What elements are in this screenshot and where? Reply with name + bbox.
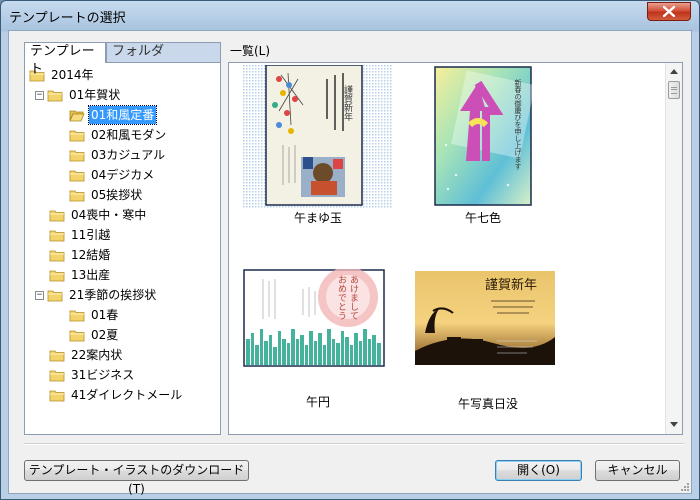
- open-button[interactable]: 開く(O): [495, 460, 582, 481]
- open-folder-icon: [69, 109, 85, 122]
- template-list[interactable]: 謹賀新年 午まゆ玉 新春の御慶びを申し上げます 午七色 あけまして おめでとう …: [228, 62, 683, 435]
- tree-item[interactable]: 31ビジネス: [49, 366, 136, 384]
- tree-item[interactable]: − 01年賀状: [35, 86, 122, 104]
- tree-item-label: 02和風モダン: [91, 128, 167, 142]
- thumb-text: あけまして: [348, 275, 359, 320]
- folder-icon: [49, 229, 65, 242]
- tree-item-label: 05挨拶状: [91, 188, 143, 202]
- folder-icon: [69, 309, 85, 322]
- template-caption: 午まゆ玉: [293, 211, 342, 225]
- folder-icon: [49, 249, 65, 262]
- tree-item-label: 04喪中・寒中: [71, 208, 147, 222]
- folder-icon: [69, 149, 85, 162]
- separator: [24, 443, 684, 445]
- tabstrip: テンプレート フォルダ: [24, 42, 221, 77]
- title-bar[interactable]: テンプレートの選択: [1, 1, 699, 31]
- thumb-text: 謹賀新年: [485, 277, 537, 293]
- scroll-up-button[interactable]: [666, 63, 682, 80]
- scroll-down-button[interactable]: [666, 416, 682, 433]
- folder-icon: [49, 369, 65, 382]
- tree-item[interactable]: 11引越: [49, 226, 112, 244]
- tree-item[interactable]: 01和風定番: [69, 105, 158, 125]
- tree-item[interactable]: 02夏: [69, 326, 120, 344]
- scroll-up-icon: [670, 69, 678, 74]
- tree-item[interactable]: 41ダイレクトメール: [49, 386, 184, 404]
- close-icon: [663, 6, 675, 17]
- dialog-window: テンプレートの選択 テンプレート フォルダ 2014年 −01年賀状 01和風定番 0…: [0, 0, 700, 500]
- collapse-toggle-icon[interactable]: −: [35, 90, 44, 100]
- folder-icon: [47, 89, 63, 102]
- tree-item[interactable]: 05挨拶状: [69, 186, 144, 204]
- template-caption: 午七色: [464, 211, 501, 225]
- scroll-thumb[interactable]: [668, 81, 680, 99]
- folder-icon: [49, 209, 65, 222]
- template-thumbnail-sunset: 謹賀新年: [415, 271, 555, 365]
- cancel-button[interactable]: キャンセル: [595, 460, 680, 481]
- tree-item-label: 01春: [91, 308, 119, 322]
- tree-item[interactable]: 13出産: [49, 266, 112, 284]
- tab-template[interactable]: テンプレート: [24, 42, 106, 77]
- tree-item-label: 03カジュアル: [91, 148, 166, 162]
- tree-item[interactable]: 03カジュアル: [69, 146, 167, 164]
- template-caption: 午円: [305, 395, 330, 409]
- download-button[interactable]: テンプレート・イラストのダウンロード(T): [24, 460, 249, 496]
- template-thumbnail-en: あけまして おめでとう: [243, 269, 385, 367]
- tree-item-label: 12結婚: [71, 248, 111, 262]
- thumb-text: 新春の御慶びを申し上げます: [514, 78, 522, 170]
- folder-icon: [69, 329, 85, 342]
- dialog-body: テンプレート フォルダ 2014年 −01年賀状 01和風定番 02和風モダン 03カジ…: [8, 30, 692, 496]
- vertical-scrollbar[interactable]: [665, 63, 682, 434]
- folder-icon: [69, 129, 85, 142]
- tree-item[interactable]: 22案内状: [49, 346, 124, 364]
- close-button[interactable]: [647, 2, 691, 21]
- tree-item[interactable]: − 21季節の挨拶状: [35, 286, 158, 304]
- template-thumbnail-mayudama: 謹賀新年: [243, 65, 393, 209]
- template-caption: 午写真日没: [457, 397, 518, 411]
- tree-item-label: 11引越: [71, 228, 111, 242]
- tree-item[interactable]: 04デジカメ: [69, 166, 156, 184]
- tree-item-label: 21季節の挨拶状: [69, 288, 157, 302]
- tree-item-label: 04デジカメ: [91, 168, 155, 182]
- folder-icon: [69, 189, 85, 202]
- tree-item[interactable]: 02和風モダン: [69, 126, 168, 144]
- tree-item-label: 22案内状: [71, 348, 123, 362]
- thumb-text: おめでとう: [336, 275, 347, 320]
- folder-icon: [49, 389, 65, 402]
- thumb-text: 謹賀新年: [342, 84, 353, 122]
- tree-item[interactable]: 01春: [69, 306, 120, 324]
- list-label: 一覧(L): [230, 44, 271, 58]
- folder-icon: [69, 169, 85, 182]
- resize-grip-icon[interactable]: [679, 481, 689, 491]
- tree-item-label: 13出産: [71, 268, 111, 282]
- collapse-toggle-icon[interactable]: −: [35, 290, 44, 300]
- folder-tree[interactable]: 2014年 −01年賀状 01和風定番 02和風モダン 03カジュアル 04デジカメ 05挨…: [24, 62, 221, 435]
- scroll-down-icon: [670, 422, 678, 427]
- folder-icon: [49, 349, 65, 362]
- tree-item-label: 41ダイレクトメール: [71, 388, 183, 402]
- tab-folder[interactable]: フォルダ: [106, 42, 221, 62]
- tree-item-label: 31ビジネス: [71, 368, 135, 382]
- tree-item-label: 01年賀状: [69, 88, 121, 102]
- folder-icon: [47, 289, 63, 302]
- tree-item[interactable]: 12結婚: [49, 246, 112, 264]
- tree-item-label: 01和風定番: [87, 105, 158, 125]
- folder-icon: [49, 269, 65, 282]
- tree-item[interactable]: 04喪中・寒中: [49, 206, 148, 224]
- tree-item-label: 2014年: [51, 68, 94, 82]
- tree-item-label: 02夏: [91, 328, 119, 342]
- template-thumbnail-nanairo: 新春の御慶びを申し上げます: [434, 66, 536, 206]
- window-title: テンプレートの選択: [9, 11, 126, 26]
